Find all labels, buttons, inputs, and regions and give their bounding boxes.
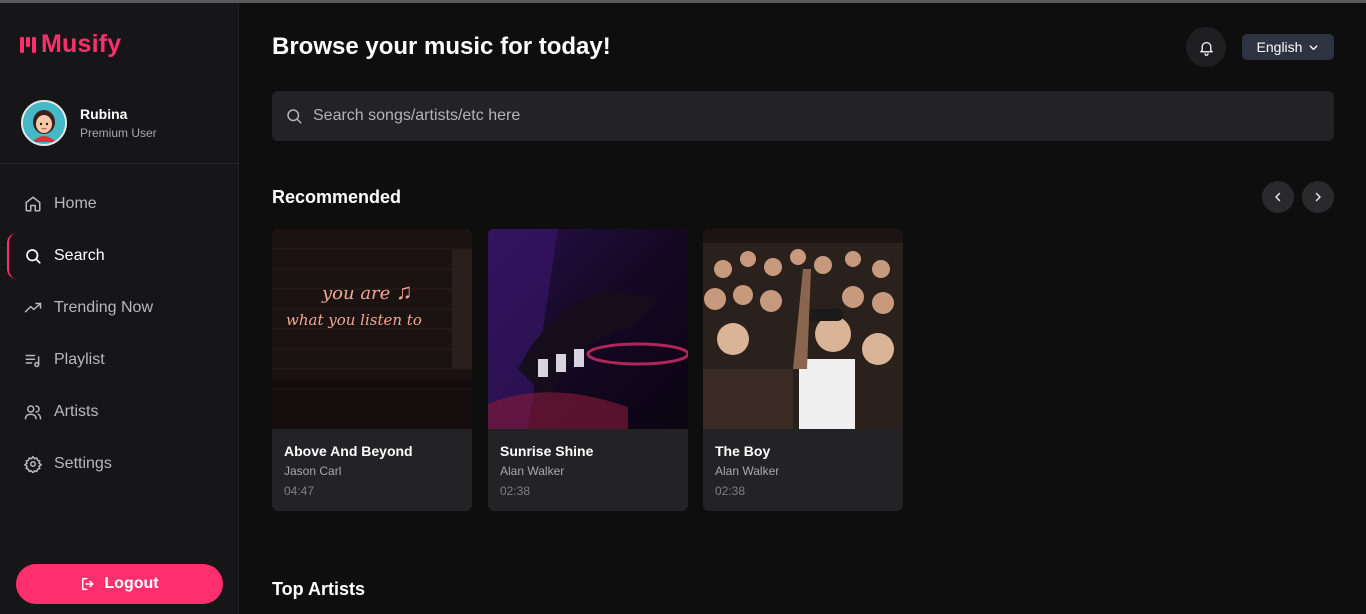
chevron-down-icon [1310, 44, 1318, 50]
brand-logo[interactable]: Musify [19, 30, 121, 59]
sidebar-nav: Home Search Trending Now Playlist Artist… [0, 178, 239, 490]
sidebar: Musify Rubina Premium User Home Search T… [0, 3, 239, 614]
carousel-prev-button[interactable] [1262, 181, 1294, 213]
search-bar[interactable]: Search songs/artists/etc here [272, 91, 1334, 141]
sidebar-item-label: Artists [54, 403, 99, 420]
avatar[interactable] [21, 100, 67, 146]
svg-text:♫: ♫ [396, 279, 413, 304]
song-duration: 04:47 [284, 484, 315, 498]
song-title: Sunrise Shine [500, 443, 594, 459]
search-input[interactable]: Search songs/artists/etc here [313, 107, 520, 125]
user-role: Premium User [80, 126, 157, 140]
sidebar-item-artists[interactable]: Artists [0, 386, 239, 438]
neon-sign-line-1: you are [321, 283, 390, 304]
trending-icon [24, 299, 42, 317]
sidebar-item-label: Search [54, 247, 105, 264]
song-card[interactable]: you are ♫ what you listen to Above And B… [272, 229, 472, 511]
sidebar-item-playlist[interactable]: Playlist [0, 334, 239, 386]
song-artist: Alan Walker [500, 464, 565, 478]
carousel-next-button[interactable] [1302, 181, 1334, 213]
language-select[interactable]: English [1242, 34, 1334, 60]
artists-icon [24, 403, 42, 421]
sidebar-item-label: Playlist [54, 351, 105, 368]
bell-icon [1199, 41, 1213, 56]
song-card[interactable]: The Boy Alan Walker 02:38 [703, 229, 903, 511]
song-title: The Boy [715, 443, 771, 459]
section-title-recommended: Recommended [272, 187, 402, 207]
song-card[interactable]: Sunrise Shine Alan Walker 02:38 [488, 229, 688, 511]
logout-button[interactable]: Logout [16, 564, 223, 604]
notifications-button[interactable] [1186, 27, 1226, 67]
musify-logo-icon [20, 36, 36, 53]
search-icon [287, 109, 302, 124]
sidebar-item-label: Trending Now [54, 299, 154, 316]
brand-name: Musify [41, 30, 122, 58]
logout-icon [82, 577, 94, 591]
search-icon [24, 247, 42, 265]
settings-icon [24, 455, 42, 473]
sidebar-item-search[interactable]: Search [0, 230, 239, 282]
user-profile[interactable]: Rubina Premium User [21, 100, 157, 146]
song-cover-image [488, 229, 688, 429]
song-cover-image [703, 229, 903, 429]
song-duration: 02:38 [500, 484, 531, 498]
chevron-left-icon [1275, 192, 1281, 202]
sidebar-divider [0, 163, 239, 164]
sidebar-item-home[interactable]: Home [0, 178, 239, 230]
section-title-top-artists: Top Artists [272, 579, 365, 599]
song-artist: Alan Walker [715, 464, 780, 478]
song-title: Above And Beyond [284, 443, 413, 459]
sidebar-item-settings[interactable]: Settings [0, 438, 239, 490]
page-title: Browse your music for today! [272, 33, 611, 60]
song-cover-image: you are ♫ what you listen to [272, 229, 472, 429]
sidebar-item-label: Home [54, 195, 97, 212]
language-value: English [1256, 39, 1303, 55]
user-name: Rubina [80, 106, 128, 122]
neon-sign-line-2: what you listen to [286, 311, 422, 329]
home-icon [24, 195, 42, 213]
sidebar-item-label: Settings [54, 455, 112, 472]
logout-label: Logout [104, 575, 159, 592]
song-duration: 02:38 [715, 484, 746, 498]
chevron-right-icon [1315, 192, 1321, 202]
main-content: Browse your music for today! English Sea… [240, 3, 1366, 614]
sidebar-item-trending[interactable]: Trending Now [0, 282, 239, 334]
playlist-icon [24, 351, 42, 369]
song-artist: Jason Carl [284, 464, 342, 478]
